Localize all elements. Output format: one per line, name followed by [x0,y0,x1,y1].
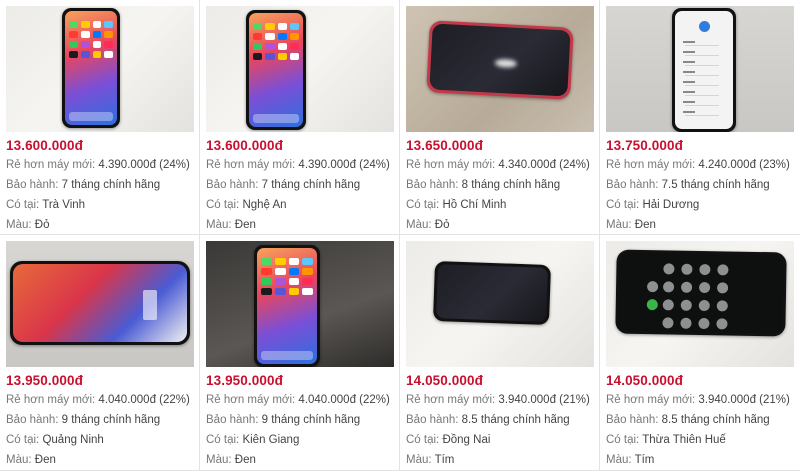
product-price[interactable]: 14.050.000đ [406,372,593,390]
globe-icon [699,21,710,32]
warranty: Bảo hành: 8.5 tháng chính hãng [406,414,570,426]
product-price[interactable]: 13.950.000đ [206,372,393,390]
location: Có tại: Quảng Ninh [6,434,104,446]
product-price[interactable]: 13.750.000đ [606,137,794,155]
product-price[interactable]: 13.950.000đ [6,372,193,390]
product-card[interactable]: 14.050.000đ Rẻ hơn máy mới: 3.940.000đ (… [400,235,600,471]
color: Màu: Đỏ [6,219,50,231]
color: Màu: Tím [606,454,655,466]
warranty: Bảo hành: 7 tháng chính hãng [206,179,361,191]
cheaper-than-new: Rẻ hơn máy mới: 4.340.000đ (24%) [406,159,590,171]
color: Màu: Đen [206,454,256,466]
phone-illustration [426,20,574,100]
color: Màu: Đen [206,219,256,231]
location: Có tại: Đồng Nai [406,434,491,446]
color: Màu: Đen [606,219,656,231]
cheaper-than-new: Rẻ hơn máy mới: 4.040.000đ (22%) [206,394,390,406]
location: Có tại: Nghệ An [206,199,287,211]
product-card[interactable]: 13.950.000đ Rẻ hơn máy mới: 4.040.000đ (… [0,235,200,471]
product-card[interactable]: 13.950.000đ Rẻ hơn máy mới: 4.040.000đ (… [200,235,400,471]
location: Có tại: Hải Dương [606,199,700,211]
product-image-iphone-home-screen[interactable] [206,6,394,132]
phone-illustration [615,249,787,337]
warranty: Bảo hành: 7.5 tháng chính hãng [606,179,770,191]
product-card[interactable]: 13.600.000đ Rẻ hơn máy mới: 4.390.000đ (… [200,0,400,235]
phone-illustration [432,260,552,326]
product-image-iphone-black-screen[interactable] [406,241,594,367]
location: Có tại: Trà Vinh [6,199,86,211]
warranty: Bảo hành: 9 tháng chính hãng [206,414,361,426]
product-card[interactable]: 13.750.000đ Rẻ hơn máy mới: 4.240.000đ (… [600,0,800,235]
phone-illustration [62,8,120,128]
color: Màu: Tím [406,454,455,466]
phone-illustration [10,261,190,345]
clock-widget [143,290,157,320]
product-image-iphone-landscape-lockscreen[interactable] [6,241,194,367]
product-image-iphone-home-screen[interactable] [206,241,394,367]
cheaper-than-new: Rẻ hơn máy mới: 4.390.000đ (24%) [206,159,390,171]
cheaper-than-new: Rẻ hơn máy mới: 3.940.000đ (21%) [406,394,590,406]
product-grid: 13.600.000đ Rẻ hơn máy mới: 4.390.000đ (… [0,0,800,471]
location: Có tại: Hồ Chí Minh [406,199,507,211]
product-image-iphone-language-screen[interactable] [606,6,794,132]
product-card[interactable]: 14.050.000đ Rẻ hơn máy mới: 3.940.000đ (… [600,235,800,471]
color: Màu: Đen [6,454,56,466]
product-price[interactable]: 13.600.000đ [206,137,393,155]
warranty: Bảo hành: 8.5 tháng chính hãng [606,414,770,426]
cheaper-than-new: Rẻ hơn máy mới: 4.390.000đ (24%) [6,159,190,171]
product-image-iphone-home-screen[interactable] [6,6,194,132]
product-card[interactable]: 13.600.000đ Rẻ hơn máy mới: 4.390.000đ (… [0,0,200,235]
cheaper-than-new: Rẻ hơn máy mới: 4.240.000đ (23%) [606,159,790,171]
phone-illustration [246,10,306,130]
product-card[interactable]: 13.650.000đ Rẻ hơn máy mới: 4.340.000đ (… [400,0,600,235]
product-image-iphone-calculator-screen[interactable] [606,241,794,367]
cheaper-than-new: Rẻ hơn máy mới: 4.040.000đ (22%) [6,394,190,406]
phone-illustration [254,245,320,367]
product-image-iphone-black-screen[interactable] [406,6,594,132]
warranty: Bảo hành: 9 tháng chính hãng [6,414,161,426]
location: Có tại: Thừa Thiên Huế [606,434,726,446]
color: Màu: Đỏ [406,219,450,231]
location: Có tại: Kiên Giang [206,434,300,446]
warranty: Bảo hành: 7 tháng chính hãng [6,179,161,191]
product-price[interactable]: 14.050.000đ [606,372,794,390]
phone-illustration [672,8,736,132]
cheaper-than-new: Rẻ hơn máy mới: 3.940.000đ (21%) [606,394,790,406]
product-price[interactable]: 13.600.000đ [6,137,193,155]
product-price[interactable]: 13.650.000đ [406,137,593,155]
warranty: Bảo hành: 8 tháng chính hãng [406,179,561,191]
